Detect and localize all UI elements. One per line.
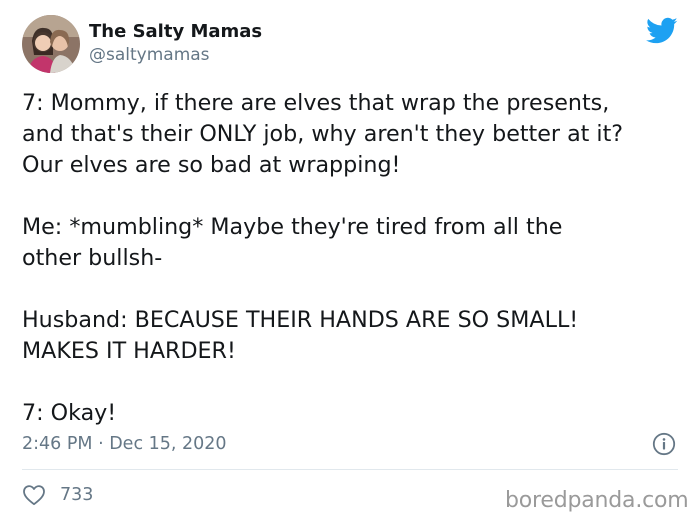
- tweet-timestamp[interactable]: 2:46 PM · Dec 15, 2020: [22, 432, 227, 456]
- avatar[interactable]: [22, 15, 80, 73]
- heart-icon[interactable]: [22, 484, 46, 506]
- like-count: 733: [60, 485, 94, 505]
- tweet-paragraph: Me: *mumbling* Maybe they're tired from …: [22, 214, 563, 271]
- divider: [22, 469, 678, 470]
- watermark: boredpanda.com: [505, 488, 689, 513]
- tweet-text: 7: Mommy, if there are elves that wrap t…: [22, 88, 692, 429]
- tweet-paragraph: 7: Mommy, if there are elves that wrap t…: [22, 90, 624, 178]
- author-handle[interactable]: @saltymamas: [89, 44, 210, 66]
- info-icon[interactable]: [652, 432, 676, 456]
- twitter-bird-icon[interactable]: [646, 17, 678, 45]
- author-display-name[interactable]: The Salty Mamas: [89, 20, 262, 44]
- tweet-paragraph: 7: Okay!: [22, 400, 117, 426]
- tweet-paragraph: Husband: BECAUSE THEIR HANDS ARE SO SMAL…: [22, 307, 579, 364]
- tweet-card: The Salty Mamas @saltymamas 7: Mommy, if…: [0, 0, 700, 524]
